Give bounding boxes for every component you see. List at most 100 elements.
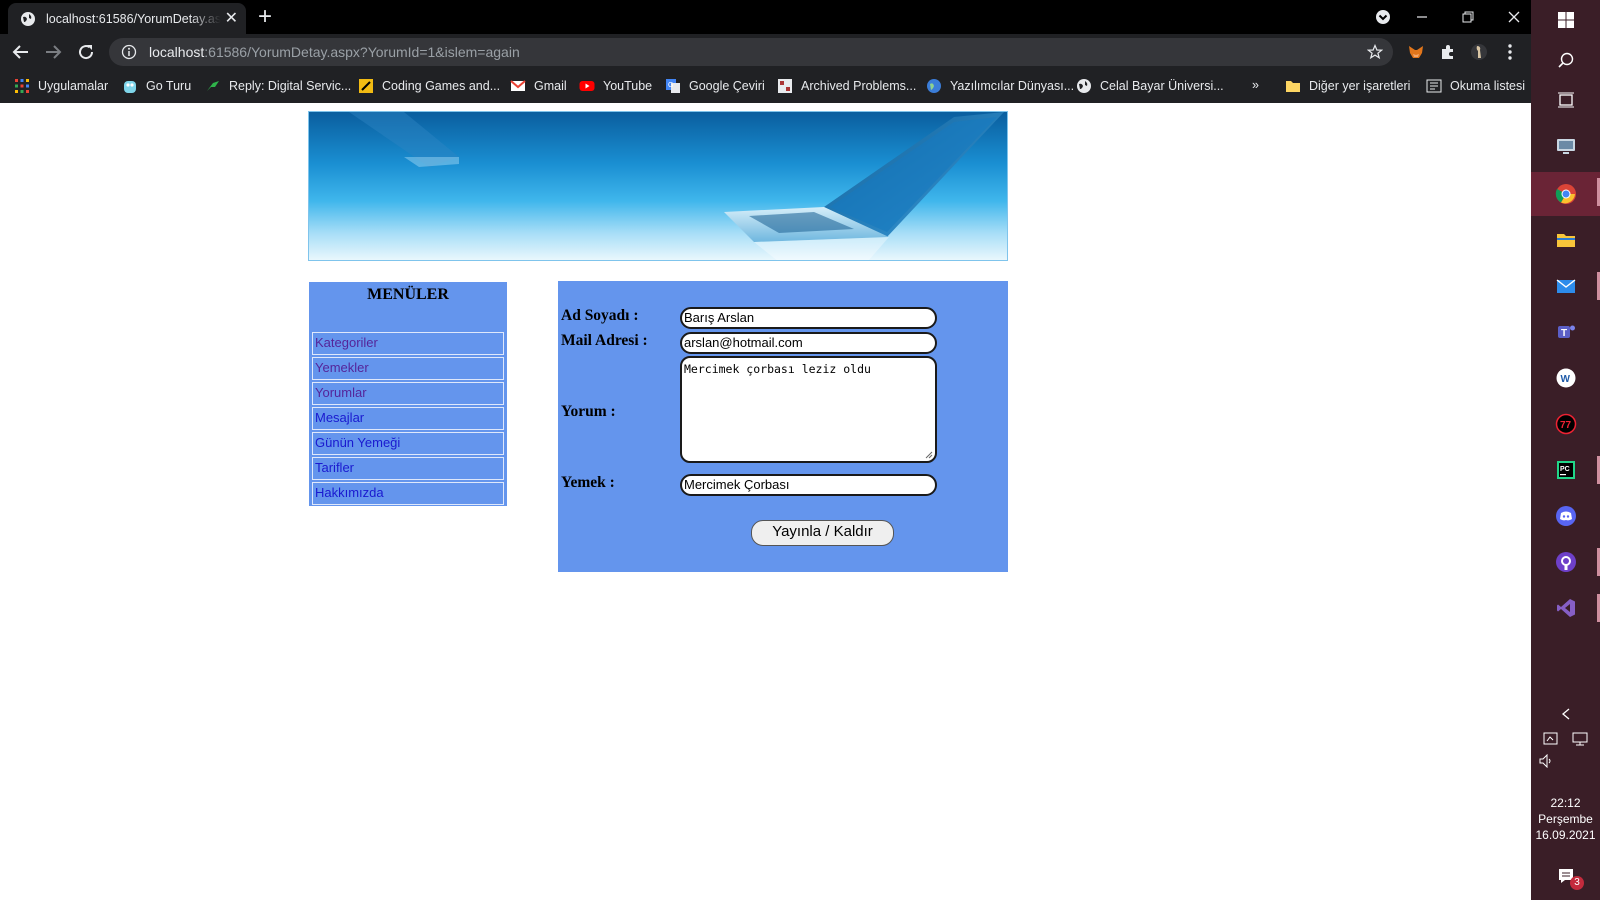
- taskbar-app-chrome[interactable]: [1531, 172, 1600, 216]
- gopher-icon: [124, 81, 136, 93]
- network-icon[interactable]: [1572, 731, 1588, 747]
- svg-text:G: G: [668, 82, 673, 89]
- bookmark-codingame[interactable]: Coding Games and...: [358, 78, 500, 94]
- tab-strip: localhost:61586/YorumDetay.aspx ✕ +: [0, 0, 1531, 34]
- task-view-button[interactable]: [1531, 80, 1600, 120]
- taskbar-app-pycharm[interactable]: PC: [1531, 450, 1600, 490]
- globe-icon: [21, 11, 35, 26]
- task-view-icon: [1557, 92, 1574, 108]
- menu-link-hakkimizda[interactable]: Hakkımızda: [315, 485, 384, 500]
- url-text[interactable]: localhost:61586/YorumDetay.aspx?YorumId=…: [149, 44, 520, 60]
- address-bar[interactable]: localhost:61586/YorumDetay.aspx?YorumId=…: [109, 38, 1393, 66]
- profile-avatar-icon[interactable]: [1468, 41, 1490, 63]
- menu-title: MENÜLER: [367, 286, 449, 303]
- bookmarks-overflow-button[interactable]: »: [1252, 78, 1259, 92]
- bookmarks-bar: Uygulamalar Go Turu Reply: Digital Servi…: [0, 70, 1531, 103]
- taskbar-app-discord[interactable]: [1531, 496, 1600, 536]
- taskbar-app-mail[interactable]: [1531, 266, 1600, 306]
- gmail-icon: [510, 80, 526, 91]
- name-field[interactable]: Barış Arslan: [680, 307, 937, 329]
- github-icon: [1555, 552, 1576, 572]
- translate-icon: G: [666, 79, 680, 93]
- app-tray-icon[interactable]: [1543, 731, 1559, 747]
- reading-list-icon: [1426, 79, 1442, 93]
- tab-title: localhost:61586/YorumDetay.aspx: [46, 11, 221, 26]
- menu-link-yorumlar[interactable]: Yorumlar: [315, 385, 367, 400]
- svg-text:PC: PC: [1560, 466, 1570, 473]
- bookmark-gmail[interactable]: Gmail: [510, 78, 567, 94]
- svg-text:W: W: [1560, 374, 1570, 385]
- chrome-icon: [1555, 184, 1576, 204]
- new-tab-button[interactable]: +: [258, 5, 272, 29]
- more-menu-icon[interactable]: [1499, 41, 1521, 63]
- extensions-puzzle-icon[interactable]: [1437, 41, 1459, 63]
- bookmark-yazilimcilar[interactable]: Yazılımcılar Dünyası...: [926, 78, 1074, 94]
- menu-item-gunun-yemegi: Günün Yemeği: [312, 432, 504, 455]
- apps-grid-icon: [15, 79, 29, 93]
- resize-grip-icon[interactable]: [925, 451, 933, 459]
- menu-list: Kategoriler Yemekler Yorumlar Mesajlar G…: [312, 332, 504, 507]
- notification-badge: 3: [1570, 876, 1584, 890]
- back-arrow-icon[interactable]: [10, 41, 32, 63]
- windows-logo-icon: [1557, 12, 1574, 28]
- tray-icons-row: [1531, 728, 1600, 750]
- clock-date[interactable]: 16.09.2021: [1531, 828, 1600, 842]
- menu-link-tarifler[interactable]: Tarifler: [315, 460, 354, 475]
- menu-link-gunun-yemegi[interactable]: Günün Yemeği: [315, 435, 400, 450]
- youtube-icon: [579, 81, 595, 91]
- info-icon[interactable]: [121, 44, 137, 60]
- taskbar-app-monitor[interactable]: [1531, 126, 1600, 166]
- taskbar-app-file-explorer[interactable]: [1531, 220, 1600, 260]
- start-button[interactable]: [1531, 0, 1600, 40]
- taskbar-app-github[interactable]: [1531, 542, 1600, 582]
- bookmark-star-icon[interactable]: [1367, 44, 1383, 60]
- laptop-banner-image: [308, 111, 1008, 261]
- taskbar-app-word-like[interactable]: W: [1531, 358, 1600, 398]
- tray-overflow-button[interactable]: [1531, 700, 1600, 728]
- metamask-extension-icon[interactable]: [1405, 41, 1427, 63]
- taskbar-app-teams[interactable]: T: [1531, 312, 1600, 352]
- comment-text: Mercimek çorbası leziz oldu: [684, 362, 871, 376]
- menu-link-mesajlar[interactable]: Mesajlar: [315, 410, 364, 425]
- minimize-button[interactable]: [1399, 0, 1445, 34]
- volume-button[interactable]: [1531, 750, 1600, 772]
- bookmark-archived-problems[interactable]: Archived Problems...: [777, 78, 916, 94]
- bookmark-apps[interactable]: Uygulamalar: [14, 78, 108, 94]
- clock-time[interactable]: 22:12: [1531, 796, 1600, 810]
- mail-field[interactable]: arslan@hotmail.com: [680, 332, 937, 354]
- reload-icon[interactable]: [75, 41, 97, 63]
- action-center-button[interactable]: 3: [1531, 856, 1600, 896]
- bookmark-youtube[interactable]: YouTube: [579, 78, 652, 94]
- bookmark-google-translate[interactable]: G Google Çeviri: [665, 78, 765, 94]
- menu-link-yemekler[interactable]: Yemekler: [315, 360, 369, 375]
- folder-icon: [1286, 81, 1300, 92]
- browser-toolbar: localhost:61586/YorumDetay.aspx?YorumId=…: [0, 34, 1531, 70]
- taskbar-app-game[interactable]: 77: [1531, 404, 1600, 444]
- food-field[interactable]: Mercimek Çorbası: [680, 474, 937, 496]
- reading-list-button[interactable]: Okuma listesi: [1426, 78, 1525, 94]
- name-label: Ad Soyadı :: [561, 307, 639, 324]
- side-menu: MENÜLER Kategoriler Yemekler Yorumlar Me…: [308, 281, 508, 507]
- restore-button[interactable]: [1445, 0, 1491, 34]
- menu-link-kategoriler[interactable]: Kategoriler: [315, 335, 378, 350]
- comment-textarea[interactable]: Mercimek çorbası leziz oldu: [680, 356, 937, 463]
- clock-day[interactable]: Perşembe: [1531, 812, 1600, 826]
- bookmark-go-turu[interactable]: Go Turu: [122, 78, 191, 94]
- menu-item-kategoriler: Kategoriler: [312, 332, 504, 355]
- reply-icon: [207, 81, 219, 91]
- menu-item-yorumlar: Yorumlar: [312, 382, 504, 405]
- folder-icon: [1556, 234, 1575, 247]
- taskbar-app-visual-studio[interactable]: [1531, 588, 1600, 628]
- bookmark-other-folder[interactable]: Diğer yer işaretleri: [1285, 78, 1410, 94]
- tab-close-icon[interactable]: ✕: [225, 10, 238, 27]
- bookmark-reply[interactable]: Reply: Digital Servic...: [205, 78, 351, 94]
- publish-toggle-button[interactable]: Yayınla / Kaldır: [751, 520, 894, 546]
- bookmark-celal-bayar[interactable]: Celal Bayar Üniversi...: [1076, 78, 1224, 94]
- svg-text:77: 77: [1560, 420, 1572, 431]
- codingame-icon: [359, 79, 373, 93]
- menu-item-tarifler: Tarifler: [312, 457, 504, 480]
- search-button[interactable]: [1531, 40, 1600, 80]
- forward-arrow-icon[interactable]: [42, 41, 64, 63]
- tab-active[interactable]: localhost:61586/YorumDetay.aspx ✕: [8, 3, 246, 34]
- menu-item-yemekler: Yemekler: [312, 357, 504, 380]
